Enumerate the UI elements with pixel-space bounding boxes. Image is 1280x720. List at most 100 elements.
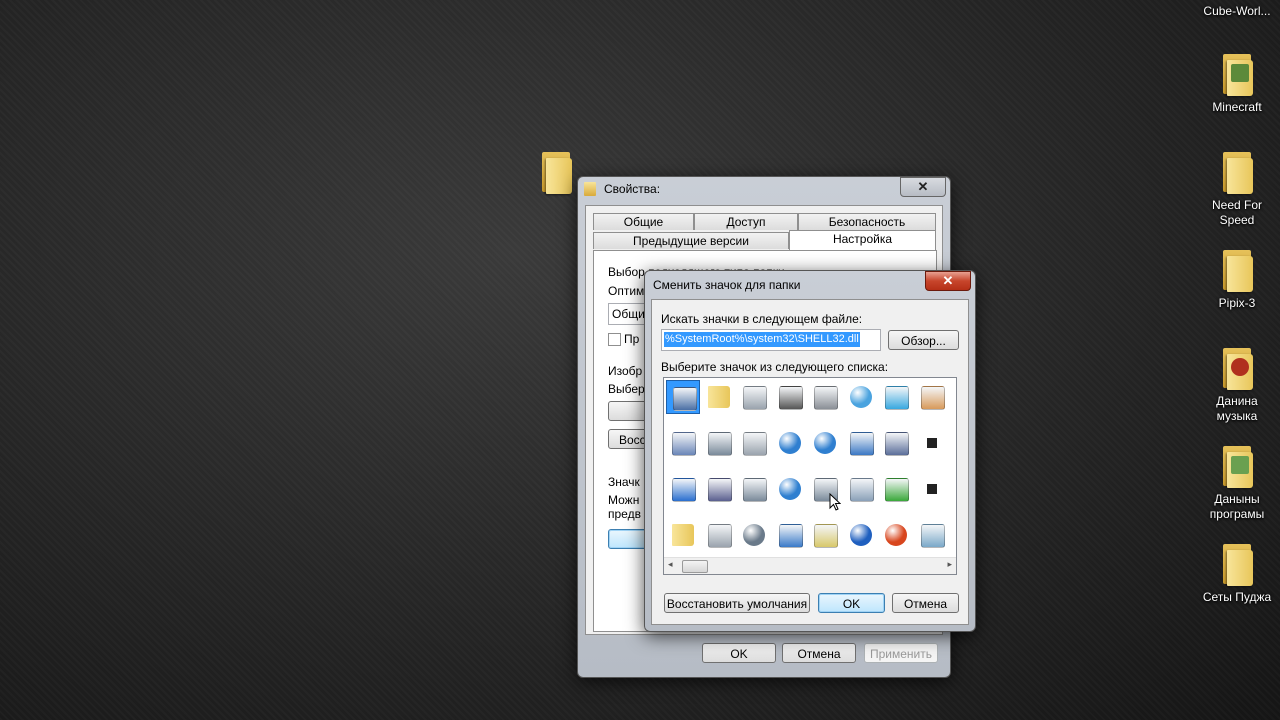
icon-glyph [707,478,732,502]
desktop-icon-danyny-programy[interactable]: Даныны програмы [1197,442,1277,522]
file-label: Искать значки в следующем файле: [661,312,863,326]
icon-glyph [743,524,765,546]
desktop-icon-sety-pudzha[interactable]: Сеты Пуджа [1197,540,1277,605]
desktop-icon-label: Данина музыка [1216,394,1258,423]
choose-file-button[interactable] [608,401,648,421]
tab-sharing[interactable]: Доступ [694,213,798,230]
folder-pictures-label: Изобр [608,364,643,378]
camera-icon[interactable] [915,472,949,506]
drive-icon[interactable] [702,518,736,552]
shortcut-arrow-icon[interactable] [915,426,949,460]
clock-icon[interactable] [844,380,878,414]
icon-glyph [673,387,697,411]
icon-glyph [743,432,767,456]
scrollbar-thumb[interactable] [682,560,708,573]
apply-subfolders-checkbox[interactable] [608,333,621,346]
icon-glyph [707,432,732,456]
cancel-button[interactable]: Отмена [782,643,856,663]
window-title: Сменить значок для папки [653,278,801,292]
icon-list[interactable]: ◂ ▸ [663,377,957,575]
icon-glyph [672,478,696,502]
folder-icon [1221,50,1253,96]
chip-icon[interactable] [773,380,807,414]
tab-security[interactable]: Безопасность [798,213,936,230]
properties-titlebar[interactable]: Свойства: ✕ [578,177,950,203]
ok-button[interactable]: OK [702,643,776,663]
icon-glyph [925,437,938,449]
file-doc-icon[interactable] [666,380,700,414]
text-doc-icon[interactable] [666,426,700,460]
desktop-icon-label: Need For Speed [1211,198,1263,227]
icon-glyph [885,386,909,410]
apply-button[interactable]: Применить [864,643,938,663]
optimize-label: Оптим [608,284,645,298]
icon-glyph [743,478,767,502]
printer-icon[interactable] [808,380,842,414]
apply-subfolders-label: Пр [624,332,640,346]
icon-glyph [814,432,836,454]
close-button[interactable]: ✕ [925,271,971,291]
computer-icon[interactable] [773,518,807,552]
control-panel-icon[interactable] [844,426,878,460]
folder-icon[interactable] [702,380,736,414]
network-drive-icon[interactable] [702,426,736,460]
desktop-icon-label: Сеты Пуджа [1202,590,1272,604]
icon-glyph [849,524,872,546]
search-magnifier-icon[interactable] [844,472,878,506]
icon-glyph [925,483,938,495]
globe-network-icon[interactable] [808,426,842,460]
drive-icon[interactable] [737,380,771,414]
network-drive-disconnected-icon[interactable] [737,472,771,506]
cancel-button[interactable]: Отмена [892,593,959,613]
monitor-icon[interactable] [879,380,913,414]
icon-glyph [814,524,838,548]
browse-button[interactable]: Обзор... [888,330,959,350]
icon-glyph [920,524,945,548]
tab-previous-versions[interactable]: Предыдущие версии [593,232,789,249]
desktop-icon-pipix[interactable]: Pipix-3 [1197,246,1277,311]
folder-icon[interactable] [666,518,700,552]
desktop-icon-minecraft[interactable]: Minecraft [1197,50,1277,115]
desktop-icon-danina-muzyka[interactable]: Данина музыка [1197,344,1277,424]
icon-glyph [778,386,803,410]
recycle-bin-icon[interactable] [915,518,949,552]
window-icon[interactable] [666,472,700,506]
scroll-left-arrow-icon[interactable]: ◂ [668,559,673,570]
cd-drive-icon[interactable] [737,518,771,552]
icon-file-input[interactable]: %SystemRoot%\system32\SHELL32.dll [661,329,881,351]
ok-button[interactable]: OK [818,593,885,613]
change-icon-button[interactable] [608,529,648,549]
icon-glyph [707,386,730,408]
power-icon[interactable] [879,518,913,552]
calculator-grid-icon[interactable] [808,518,842,552]
help-icon[interactable] [844,518,878,552]
scroll-right-arrow-icon[interactable]: ▸ [947,559,952,570]
list-label: Выберите значок из следующего списка: [661,360,889,374]
hand-share-icon[interactable] [915,380,949,414]
icon-glyph [920,386,945,410]
tab-customize[interactable]: Настройка [789,230,936,250]
drive-icon[interactable] [737,426,771,460]
desktop-icon-need-for-speed[interactable]: Need For Speed [1197,148,1277,228]
desktop-icon-cube-world[interactable]: Cube-Worl... [1197,4,1277,19]
window-title: Свойства: [604,182,661,196]
close-button[interactable]: ✕ [900,177,946,197]
icon-glyph [672,524,694,546]
folder-icon[interactable] [540,148,572,194]
globe-icon[interactable] [773,426,807,460]
icon-file-value: %SystemRoot%\system32\SHELL32.dll [664,332,860,347]
icon-glyph [885,478,909,502]
device-icon[interactable] [879,426,913,460]
restore-default-button[interactable]: Восс [608,429,648,449]
floppy-icon[interactable] [702,472,736,506]
icon-glyph [778,432,801,454]
globe-web-icon[interactable] [773,472,807,506]
change-icon-titlebar[interactable]: Сменить значок для папки ✕ [645,271,975,297]
folder-icons-label: Значк [608,475,640,489]
change-icon-dialog: Сменить значок для папки ✕ Искать значки… [644,270,976,632]
restore-defaults-button[interactable]: Восстановить умолчания [664,593,810,613]
tab-general[interactable]: Общие [593,213,694,230]
green-arrow-icon[interactable] [879,472,913,506]
horizontal-scrollbar[interactable]: ◂ ▸ [664,557,956,574]
icon-glyph [672,432,696,456]
